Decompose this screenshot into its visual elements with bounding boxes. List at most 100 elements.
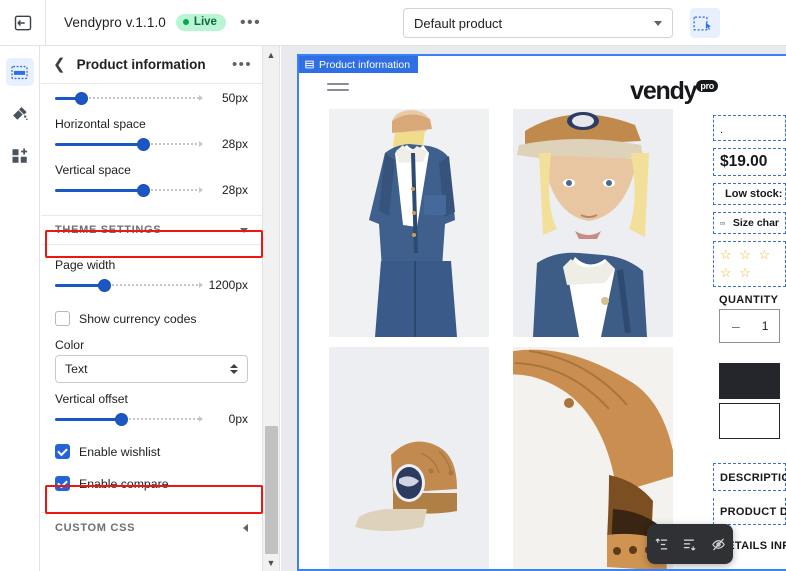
select-spinner-icon (230, 364, 238, 374)
preview-area: Product information vendy pro . $19.00 L… (281, 46, 786, 571)
setting-vertical-offset: Vertical offset 0px (55, 392, 248, 429)
product-title-block[interactable]: . (713, 115, 786, 141)
theme-editor-app: Vendypro v.1.1.0 Live ••• Default produc… (0, 0, 786, 571)
product-template-select[interactable]: Default product (403, 8, 673, 38)
theme-settings-section-header[interactable]: THEME SETTINGS (41, 215, 262, 245)
quantity-block: QUANTITY – 1 (713, 294, 786, 343)
product-info-column: . $19.00 Low stock: Size char ☆ ☆ ☆ ☆ ☆ … (703, 109, 786, 569)
add-blocks-icon (12, 148, 27, 163)
page-width-label: Page width (55, 258, 116, 272)
topbar-more-button[interactable]: ••• (240, 14, 261, 30)
selected-section-badge[interactable]: Product information (299, 56, 419, 73)
brand-pro-badge: pro (696, 80, 718, 92)
size-chart-text: Size char (732, 217, 779, 229)
product-details-label: PRODUCT DE (720, 506, 786, 518)
product-gallery (299, 109, 703, 569)
cursor-arrow-icon (705, 22, 712, 30)
vertical-space-track[interactable] (55, 182, 203, 198)
inspect-mode-button[interactable] (690, 8, 720, 38)
theme-settings-group: Page width 1200px Show currency codes Co… (41, 245, 262, 512)
slider-handle[interactable] (137, 183, 151, 197)
move-block-down-icon[interactable] (682, 537, 697, 552)
slider-handle[interactable] (137, 137, 151, 151)
live-dot-icon (182, 19, 189, 26)
enable-compare-checkbox[interactable] (55, 476, 70, 491)
panel-more-button[interactable]: ••• (232, 57, 252, 72)
vertical-offset-track[interactable] (55, 411, 203, 427)
panel-header: ❮ Product information ••• (41, 46, 262, 84)
storefront-canvas: Product information vendy pro . $19.00 L… (297, 54, 786, 571)
chevron-down-icon (240, 227, 248, 233)
horizontal-space-value: 28px (221, 137, 248, 151)
product-price-block[interactable]: $19.00 (713, 148, 786, 176)
hide-block-icon[interactable] (711, 537, 726, 552)
enable-wishlist-label: Enable wishlist (79, 444, 161, 459)
product-rating-block[interactable]: ☆ ☆ ☆ ☆ ☆ (713, 241, 786, 287)
theme-brush-icon (13, 106, 28, 120)
rating-stars: ☆ ☆ ☆ ☆ ☆ (720, 247, 773, 280)
sidebar-item-theme-design[interactable] (6, 100, 34, 128)
panel-scrollbar[interactable]: ▲ ▼ (263, 46, 280, 571)
setting-enable-compare[interactable]: Enable compare (55, 476, 248, 491)
panel-title: Product information (76, 57, 206, 72)
chevron-left-icon (243, 523, 248, 532)
size-chart-block[interactable]: Size char (713, 212, 786, 234)
slider-handle[interactable] (115, 412, 129, 426)
sidebar-item-apps[interactable] (6, 142, 34, 170)
block-actions-toolbar (647, 524, 733, 564)
product-image-model-denim-jacket[interactable] (329, 109, 489, 337)
section-icon (305, 60, 314, 69)
setting-slider-partial: 50px (55, 88, 248, 108)
exit-editor-button[interactable] (0, 0, 46, 45)
brand-word: vendy (630, 77, 697, 105)
horizontal-space-track[interactable] (55, 136, 203, 152)
move-block-up-icon[interactable] (654, 537, 669, 552)
custom-css-section-header[interactable]: CUSTOM CSS (41, 512, 262, 542)
app-title: Vendypro v.1.1.0 (64, 15, 166, 30)
description-tab[interactable]: DESCRIPTION (713, 463, 786, 491)
selected-section-label: Product information (319, 58, 411, 71)
live-status-badge: Live (175, 13, 226, 32)
back-arrow-icon (14, 15, 31, 30)
setting-color: Color Text (55, 338, 248, 383)
page-width-track[interactable] (55, 277, 203, 293)
settings-panel: ❮ Product information ••• 50px Horizonta… (41, 46, 263, 571)
slider-handle[interactable] (97, 278, 111, 292)
store-logo: vendy pro (630, 79, 718, 104)
model-cap-portrait-photo (513, 109, 673, 337)
slider-partial-value: 50px (221, 91, 248, 105)
product-image-model-cap-portrait[interactable] (513, 109, 673, 337)
slider-handle[interactable] (75, 91, 89, 105)
theme-settings-heading: THEME SETTINGS (55, 224, 162, 236)
enable-wishlist-checkbox[interactable] (55, 444, 70, 459)
setting-enable-wishlist[interactable]: Enable wishlist (55, 444, 248, 459)
scroll-down-arrow-icon[interactable]: ▼ (263, 554, 279, 571)
setting-vertical-space: Vertical space 28px (55, 163, 248, 200)
page-width-value: 1200px (208, 278, 248, 292)
top-bar: Vendypro v.1.1.0 Live ••• Default produc… (0, 0, 786, 46)
product-stock-block[interactable]: Low stock: (713, 183, 786, 205)
vertical-offset-label: Vertical offset (55, 392, 128, 406)
buy-now-button[interactable] (719, 403, 780, 439)
quantity-label: QUANTITY (719, 294, 779, 306)
slider-partial-track[interactable] (55, 90, 203, 106)
product-price: $19.00 (720, 153, 768, 170)
quantity-decrease-button[interactable]: – (732, 318, 740, 334)
product-image-cap-side[interactable] (329, 347, 489, 569)
left-icon-rail (0, 46, 40, 571)
add-to-cart-button[interactable] (719, 363, 780, 399)
quantity-stepper[interactable]: – 1 (719, 309, 780, 343)
panel-back-button[interactable]: ❮ (53, 57, 66, 72)
custom-css-heading: CUSTOM CSS (55, 521, 136, 534)
hamburger-menu-icon[interactable] (327, 83, 349, 95)
scrollbar-thumb[interactable] (265, 426, 278, 554)
horizontal-space-label: Horizontal space (55, 117, 146, 131)
setting-show-currency-codes[interactable]: Show currency codes (55, 311, 248, 326)
sidebar-item-sections[interactable] (5, 58, 34, 86)
show-currency-codes-label: Show currency codes (79, 311, 197, 326)
color-select[interactable]: Text (55, 355, 248, 383)
show-currency-codes-checkbox[interactable] (55, 311, 70, 326)
spacing-settings-group: 50px Horizontal space 28px Vertical spac… (41, 84, 262, 215)
scroll-up-arrow-icon[interactable]: ▲ (263, 46, 279, 63)
product-details-tab[interactable]: PRODUCT DE (713, 498, 786, 525)
